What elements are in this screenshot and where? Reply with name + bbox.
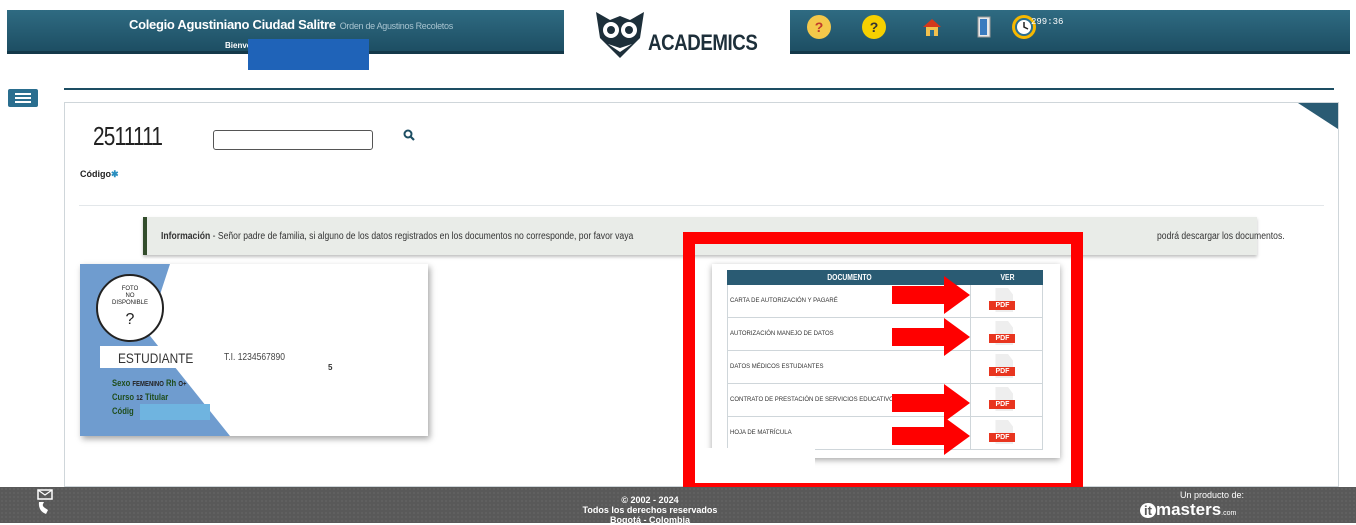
redacted-user-name xyxy=(248,39,369,70)
contact-phone-icon[interactable] xyxy=(36,489,54,515)
required-mark: ✱ xyxy=(111,169,119,179)
student-code-line: Códig xyxy=(112,406,134,416)
itmasters-logo: it masters.com xyxy=(1140,500,1236,520)
code-search-input[interactable] xyxy=(213,130,373,150)
header-left-banner: Colegio Agustiniano Ciudad Salitre Orden … xyxy=(7,10,564,70)
logo-text: ACADEMICS xyxy=(648,30,758,55)
info-title: Información xyxy=(161,231,211,242)
photo-unavailable-text: FOTO NO DISPONIBLE xyxy=(111,286,148,306)
info-text: - Señor padre de familia, si alguno de l… xyxy=(210,231,634,242)
highlight-frame xyxy=(683,232,1083,495)
menu-toggle-button[interactable] xyxy=(8,89,38,107)
exit-door-icon[interactable] xyxy=(973,15,997,39)
student-card: FOTO NO DISPONIBLE ? ESTUDIANTE T.I. 12345… xyxy=(80,264,428,436)
student-course-line: Curso 12 Titular xyxy=(112,392,169,402)
student-id: T.I. 1234567890 xyxy=(224,352,285,363)
question-icon[interactable]: ? xyxy=(862,15,886,39)
search-icon[interactable] xyxy=(403,129,415,141)
header-right-banner: ? ? 299:36 xyxy=(790,10,1350,54)
footer-copyright: © 2002 - 2024 Todos los derechos reserva… xyxy=(582,495,718,525)
header-divider xyxy=(64,88,1334,90)
home-icon[interactable] xyxy=(920,15,944,39)
top-bar: Colegio Agustiniano Ciudad Salitre Orden … xyxy=(0,0,1356,70)
student-sex-line: Sexo FEMENINO Rh O+ xyxy=(112,378,187,388)
student-code-display: 2511111 xyxy=(93,121,163,151)
code-label: Código✱ xyxy=(80,169,119,179)
student-name: ESTUDIANTE xyxy=(118,350,194,366)
school-name: Colegio Agustiniano Ciudad Salitre Orden … xyxy=(129,17,453,32)
photo-question-mark: ? xyxy=(125,311,135,328)
info-text-end: podrá descargar los documentos. xyxy=(1157,231,1285,242)
student-extra: 5 xyxy=(328,363,333,372)
footer: © 2002 - 2024 Todos los derechos reserva… xyxy=(0,487,1356,525)
session-timer: 299:36 xyxy=(1031,17,1064,27)
panel-corner xyxy=(1298,103,1338,129)
student-photo-placeholder: FOTO NO DISPONIBLE ? xyxy=(96,274,164,342)
redacted-code xyxy=(140,404,210,420)
footer-product-of: Un producto de: xyxy=(1180,490,1245,500)
owl-logo-icon xyxy=(596,12,644,58)
school-subtitle: Orden de Agustinos Recoletos xyxy=(339,21,453,31)
help-phone-icon[interactable]: ? xyxy=(807,15,831,39)
section-separator xyxy=(79,205,1324,206)
academics-logo: ACADEMICS xyxy=(592,8,772,60)
